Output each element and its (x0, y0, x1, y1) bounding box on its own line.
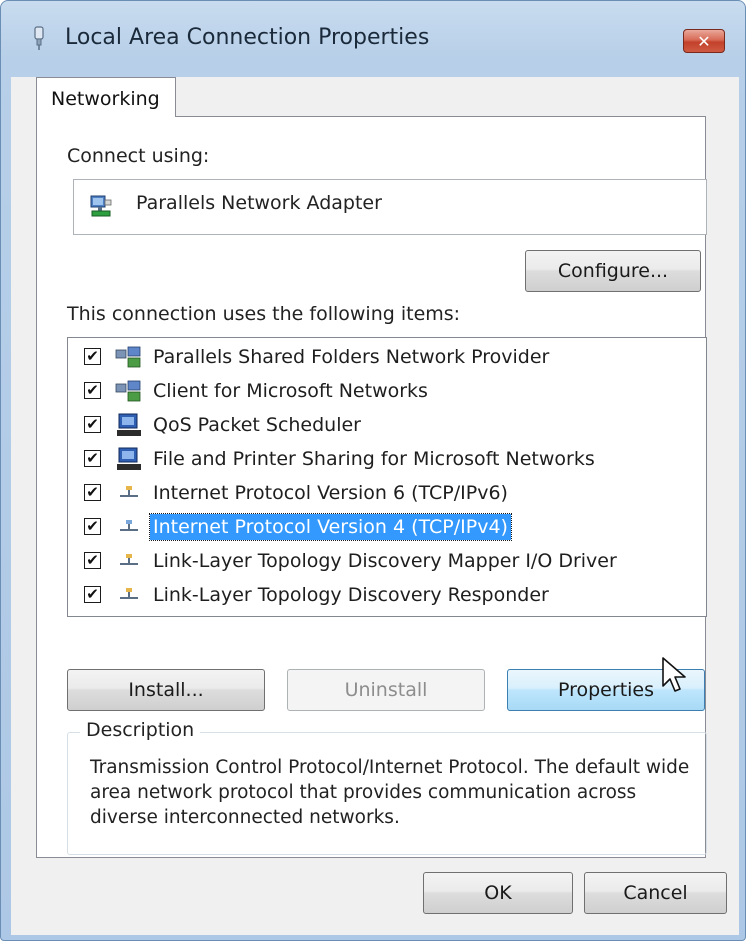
item-label: Internet Protocol Version 6 (TCP/IPv6) (153, 482, 508, 504)
item-checkbox[interactable]: ✔ (84, 518, 101, 535)
networking-tab-panel: Connect using: Parallels Network Adapter… (36, 116, 707, 858)
item-checkbox[interactable]: ✔ (84, 552, 101, 569)
items-list[interactable]: ✔ Parallels Shared Folders Network Provi… (67, 337, 707, 617)
title-bar[interactable]: Local Area Connection Properties ✕ (1, 1, 745, 81)
item-label: Internet Protocol Version 4 (TCP/IPv4) (149, 513, 512, 541)
network-connection-icon (34, 26, 44, 50)
description-text: Transmission Control Protocol/Internet P… (90, 757, 690, 828)
list-item[interactable]: ✔ Internet Protocol Version 4 (TCP/IPv4) (68, 510, 706, 544)
item-label: Link-Layer Topology Discovery Responder (153, 584, 549, 606)
list-item[interactable]: ✔ Link-Layer Topology Discovery Responde… (68, 578, 706, 612)
close-button[interactable]: ✕ (683, 29, 725, 53)
item-checkbox[interactable]: ✔ (84, 586, 101, 603)
description-group: Description Transmission Control Protoco… (67, 719, 707, 855)
properties-dialog: Local Area Connection Properties ✕ Netwo… (0, 0, 746, 941)
list-item[interactable]: ✔ Internet Protocol Version 6 (TCP/IPv6) (68, 476, 706, 510)
network-service-icon (117, 413, 141, 436)
item-checkbox[interactable]: ✔ (84, 382, 101, 399)
description-legend: Description (80, 719, 201, 741)
list-item[interactable]: ✔ QoS Packet Scheduler (68, 408, 706, 442)
item-checkbox[interactable]: ✔ (84, 484, 101, 501)
connect-using-label: Connect using: (67, 145, 210, 167)
uninstall-button[interactable]: Uninstall (287, 669, 485, 711)
adapter-name: Parallels Network Adapter (136, 192, 382, 214)
protocol-icon (120, 520, 138, 531)
list-item[interactable]: ✔ File and Printer Sharing for Microsoft… (68, 442, 706, 476)
protocol-icon (120, 554, 138, 565)
ok-button[interactable]: OK (423, 872, 573, 914)
list-item[interactable]: ✔ Link-Layer Topology Discovery Mapper I… (68, 544, 706, 578)
cancel-button[interactable]: Cancel (584, 872, 727, 914)
item-checkbox[interactable]: ✔ (84, 450, 101, 467)
list-item[interactable]: ✔ Client for Microsoft Networks (68, 374, 706, 408)
items-label: This connection uses the following items… (67, 303, 461, 325)
network-client-icon (115, 380, 141, 402)
adapter-box: Parallels Network Adapter (73, 179, 707, 235)
protocol-icon (120, 588, 138, 599)
item-label: QoS Packet Scheduler (153, 414, 361, 436)
window-title: Local Area Connection Properties (65, 25, 430, 50)
tab-networking[interactable]: Networking (36, 77, 176, 117)
configure-button[interactable]: Configure... (525, 250, 701, 292)
protocol-icon (120, 486, 138, 497)
item-checkbox[interactable]: ✔ (84, 348, 101, 365)
item-checkbox[interactable]: ✔ (84, 416, 101, 433)
item-label: File and Printer Sharing for Microsoft N… (153, 448, 595, 470)
install-button[interactable]: Install... (67, 669, 265, 711)
item-label: Client for Microsoft Networks (153, 380, 428, 402)
network-client-icon (115, 346, 141, 368)
item-label: Parallels Shared Folders Network Provide… (153, 346, 550, 368)
item-label: Link-Layer Topology Discovery Mapper I/O… (153, 550, 617, 572)
dialog-client-area: Networking Connect using: Parallels Netw… (11, 77, 739, 935)
network-adapter-icon (90, 195, 112, 217)
list-item[interactable]: ✔ Parallels Shared Folders Network Provi… (68, 340, 706, 374)
mouse-pointer-icon (662, 657, 686, 692)
network-service-icon (117, 447, 141, 470)
